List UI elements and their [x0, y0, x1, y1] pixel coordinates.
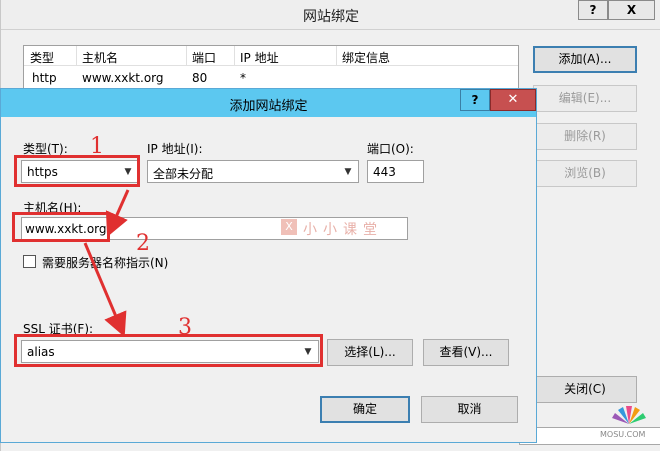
annotation-arrows [83, 189, 130, 338]
corner-logo-text: MOSU.COM [600, 430, 646, 439]
arrow-2-to-3 [83, 242, 127, 338]
arrow-1-to-2 [105, 189, 130, 237]
